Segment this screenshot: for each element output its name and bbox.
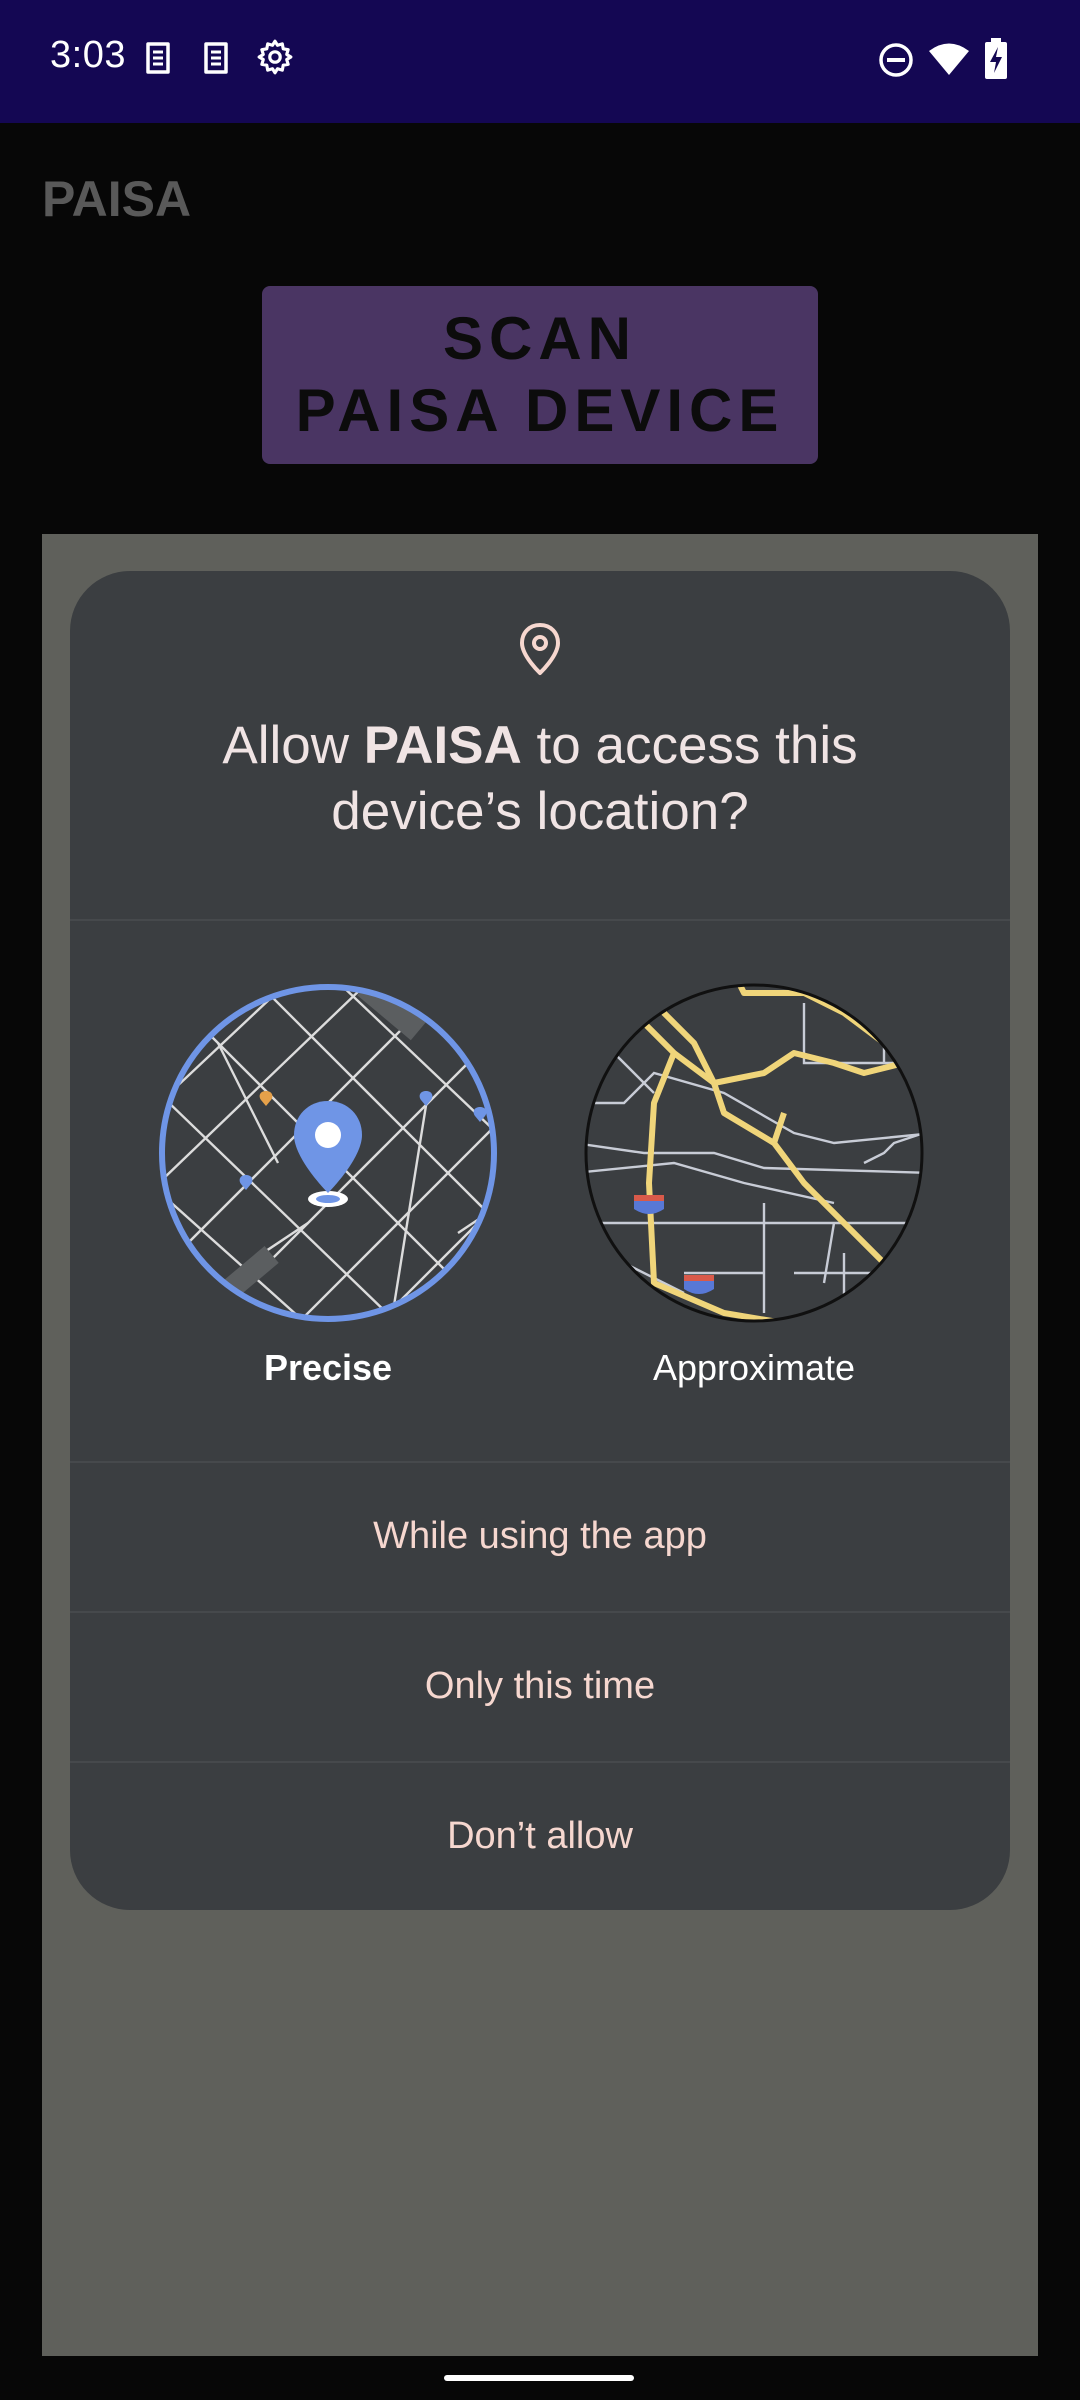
dialog-title: Allow PAISA to access this device’s loca… xyxy=(130,713,950,845)
screen: 3:03 PAISA SCAN PAISA DEVICE Allow PAISA… xyxy=(0,0,1080,2400)
sim-card-icon xyxy=(144,40,172,81)
while-using-app-button[interactable]: While using the app xyxy=(70,1462,1010,1610)
status-bar: 3:03 xyxy=(0,0,1080,123)
only-this-time-button[interactable]: Only this time xyxy=(70,1612,1010,1760)
dialog-title-app-name: PAISA xyxy=(363,716,522,775)
settings-gear-icon xyxy=(256,38,294,81)
home-indicator[interactable] xyxy=(444,2375,634,2381)
status-time: 3:03 xyxy=(50,34,126,76)
precise-map-icon xyxy=(159,984,497,1322)
approximate-map-icon xyxy=(584,983,924,1323)
wifi-icon xyxy=(928,42,970,81)
scan-device-button[interactable]: SCAN PAISA DEVICE xyxy=(262,286,818,464)
approximate-label: Approximate xyxy=(652,1347,856,1388)
sim-card-icon xyxy=(202,40,230,81)
divider xyxy=(70,919,1010,921)
location-permission-dialog: Allow PAISA to access this device’s loca… xyxy=(70,571,1010,1910)
dont-allow-button[interactable]: Don’t allow xyxy=(70,1762,1010,1910)
do-not-disturb-icon xyxy=(878,42,914,83)
app-title: PAISA xyxy=(42,171,192,227)
dialog-title-prefix: Allow xyxy=(222,716,364,775)
approximate-option[interactable]: Approximate xyxy=(584,983,924,1423)
precise-label: Precise xyxy=(263,1347,393,1388)
battery-charging-icon xyxy=(984,38,1008,85)
scan-button-label: SCAN PAISA DEVICE xyxy=(295,305,785,444)
location-pin-icon xyxy=(518,621,562,682)
precise-option[interactable]: Precise xyxy=(158,983,498,1423)
